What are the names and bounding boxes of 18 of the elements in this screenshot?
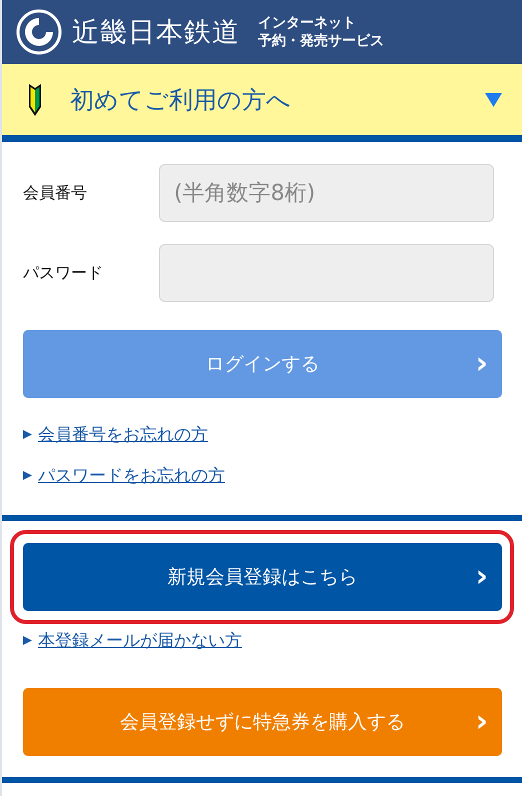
beginner-mark-icon	[28, 82, 42, 116]
register-button[interactable]: 新規会員登録はこちら ›	[23, 543, 502, 611]
beginner-banner[interactable]: 初めてご利用の方へ	[2, 64, 522, 142]
field-label: 会員番号	[23, 182, 88, 204]
text-link[interactable]: 本登録メールが届かない方	[38, 628, 242, 652]
text-link[interactable]: 会員番号をお忘れの方	[38, 422, 208, 446]
input-field[interactable]: (半角数字8桁)	[159, 164, 494, 222]
service-name: 予約・発売サービス	[258, 32, 384, 50]
triangle-icon	[23, 470, 32, 480]
text-link[interactable]: パスワードをお忘れの方	[38, 464, 225, 486]
logo-icon	[16, 9, 62, 55]
banner-title: 初めてご利用の方へ	[70, 84, 292, 116]
triangle-icon	[23, 430, 32, 438]
logo-text: 近畿日本鉄道	[72, 16, 240, 50]
input-field[interactable]	[159, 244, 494, 302]
field-label: パスワード	[23, 262, 104, 284]
service-name: インターネット	[258, 14, 357, 32]
triangle-icon	[23, 636, 32, 644]
